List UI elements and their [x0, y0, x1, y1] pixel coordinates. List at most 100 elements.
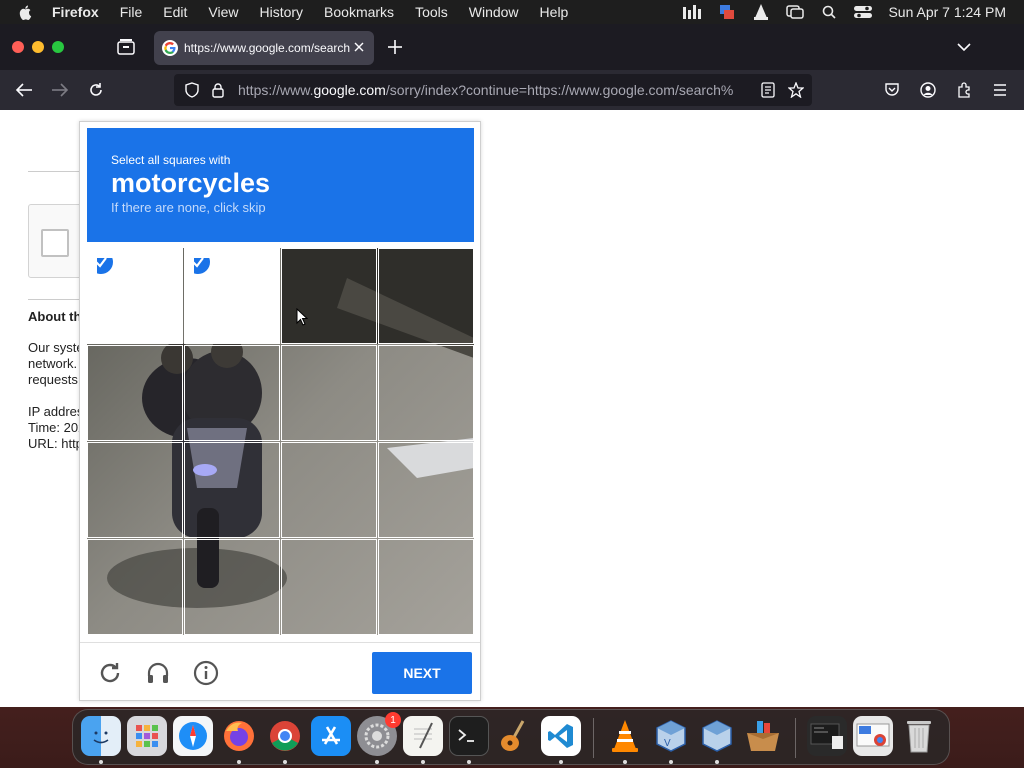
dock-screenshot[interactable] [807, 716, 847, 756]
image-tile[interactable] [87, 539, 183, 635]
apple-icon[interactable] [18, 4, 34, 20]
reader-view-icon[interactable] [760, 82, 776, 98]
lock-icon[interactable] [210, 82, 226, 98]
dock-app-store[interactable] [311, 716, 351, 756]
menu-help[interactable]: Help [540, 4, 569, 20]
close-tab-icon[interactable] [352, 40, 366, 54]
tab-google-search[interactable]: https://www.google.com/search [154, 31, 374, 65]
stats-icon[interactable] [682, 4, 704, 20]
textedit-icon [414, 722, 433, 749]
chevron-down-icon[interactable] [956, 40, 972, 54]
image-tile[interactable] [281, 345, 377, 441]
dock-textedit[interactable] [403, 716, 443, 756]
new-tab-icon[interactable] [386, 38, 404, 56]
about-heading: About th [28, 309, 80, 324]
close-window-button[interactable] [12, 41, 24, 53]
menu-bookmarks[interactable]: Bookmarks [324, 4, 394, 20]
dock-vscode[interactable] [541, 716, 581, 756]
dock-safari[interactable] [173, 716, 213, 756]
menu-history[interactable]: History [259, 4, 303, 20]
running-indicator [283, 760, 287, 764]
dock-archive-utility[interactable] [743, 716, 783, 756]
dock-system-settings[interactable]: 1 [357, 712, 401, 756]
menu-tools[interactable]: Tools [415, 4, 448, 20]
notification-badge: 1 [385, 712, 401, 728]
url-text[interactable]: https://www.google.com/sorry/index?conti… [238, 82, 748, 98]
menu-bar: Firefox File Edit View History Bookmarks… [0, 0, 1024, 24]
extensions-icon[interactable] [954, 80, 974, 100]
about-text: Our syste network. requests IP addres Ti… [28, 340, 80, 452]
dock-terminal[interactable] [449, 716, 489, 756]
dock-finder[interactable] [81, 716, 121, 756]
dock-virtualbox[interactable]: V [651, 716, 691, 756]
menu-app-name[interactable]: Firefox [52, 4, 99, 20]
image-tile-selected[interactable] [87, 248, 183, 344]
menu-edit[interactable]: Edit [163, 4, 187, 20]
about-line: IP addres [28, 404, 80, 419]
pocket-icon[interactable] [882, 80, 902, 100]
running-indicator [559, 760, 563, 764]
forward-icon[interactable] [50, 80, 70, 100]
image-tile[interactable] [378, 248, 474, 344]
archive-box-icon [747, 721, 779, 751]
dock-garageband[interactable] [495, 716, 535, 756]
reload-challenge-icon[interactable] [97, 660, 123, 686]
account-icon[interactable] [918, 80, 938, 100]
dock-firefox[interactable] [219, 716, 259, 756]
menu-view[interactable]: View [208, 4, 238, 20]
dock-preview[interactable] [853, 716, 893, 756]
control-center-icon[interactable] [852, 4, 874, 20]
chrome-icon [270, 721, 300, 751]
svg-text:V: V [664, 738, 671, 749]
virtualbox-vm-icon [702, 720, 732, 752]
dock-virtualbox-vm[interactable] [697, 716, 737, 756]
tab-bar: https://www.google.com/search [0, 24, 1024, 70]
image-tile[interactable] [87, 345, 183, 441]
image-tile[interactable] [378, 539, 474, 635]
zoom-window-button[interactable] [52, 41, 64, 53]
running-indicator [375, 760, 379, 764]
dock-trash[interactable] [899, 716, 939, 756]
image-tile[interactable] [281, 248, 377, 344]
firefox-icon [224, 721, 254, 751]
image-tile[interactable] [87, 442, 183, 538]
image-tile[interactable] [378, 442, 474, 538]
menu-clock[interactable]: Sun Apr 7 1:24 PM [888, 4, 1006, 20]
challenge-hint: If there are none, click skip [111, 200, 266, 215]
bookmark-star-icon[interactable] [788, 82, 804, 98]
menu-file[interactable]: File [120, 4, 143, 20]
hamburger-menu-icon[interactable] [990, 80, 1010, 100]
display-icon[interactable] [784, 4, 806, 20]
image-tile[interactable] [184, 539, 280, 635]
recaptcha-challenge: Select all squares with motorcycles If t… [79, 121, 481, 701]
recaptcha-checkbox[interactable] [41, 229, 69, 257]
next-button[interactable]: NEXT [372, 652, 472, 694]
minimize-window-button[interactable] [32, 41, 44, 53]
app-store-icon [322, 726, 340, 745]
audio-challenge-icon[interactable] [145, 660, 171, 686]
image-tile[interactable] [281, 539, 377, 635]
image-tile-selected[interactable] [184, 248, 280, 344]
image-tile[interactable] [184, 442, 280, 538]
dock-launchpad[interactable] [127, 716, 167, 756]
url-bar[interactable]: https://www.google.com/sorry/index?conti… [174, 74, 812, 106]
dock-vlc[interactable] [605, 716, 645, 756]
reload-icon[interactable] [86, 80, 106, 100]
search-icon[interactable] [818, 4, 840, 20]
firefox-view-icon[interactable] [116, 38, 136, 56]
image-tile[interactable] [281, 442, 377, 538]
back-icon[interactable] [14, 80, 34, 100]
shield-icon[interactable] [184, 82, 200, 98]
dock-separator [795, 718, 796, 758]
vscode-icon [548, 724, 573, 748]
vlc-icon[interactable] [750, 4, 772, 20]
dock-chrome[interactable] [265, 716, 305, 756]
image-tile[interactable] [184, 345, 280, 441]
menu-window[interactable]: Window [469, 4, 519, 20]
screen-mirror-icon[interactable] [716, 4, 738, 20]
info-icon[interactable] [193, 660, 219, 686]
vlc-icon [612, 720, 638, 752]
challenge-footer: NEXT [80, 642, 480, 700]
image-tile[interactable] [378, 345, 474, 441]
